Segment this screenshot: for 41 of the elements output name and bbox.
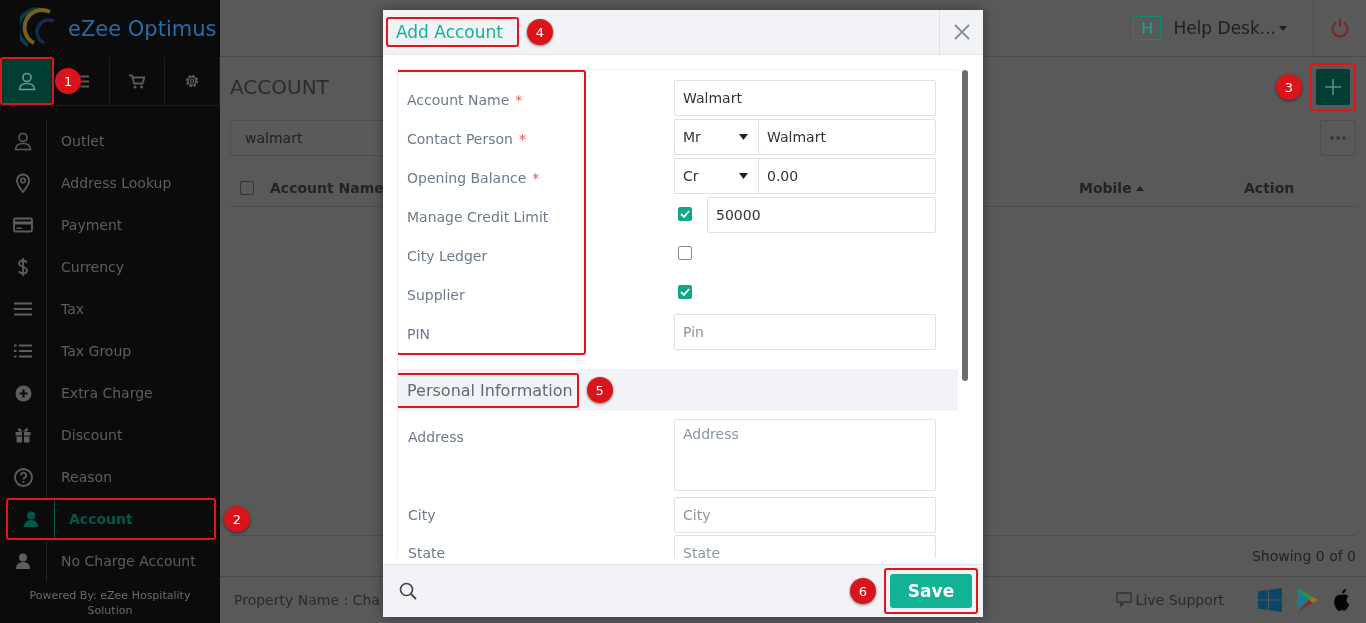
field-label: Opening Balance * <box>407 168 541 188</box>
logo-text: eZee Optimus <box>68 16 217 41</box>
sidebar-item[interactable]: Tax Group <box>0 330 220 372</box>
field-label: City <box>407 506 437 525</box>
sidebar-item[interactable]: Outlet <box>0 120 220 162</box>
text-area[interactable]: Address <box>674 419 936 491</box>
field-label: State <box>407 544 447 558</box>
sidebar-item[interactable]: Address Lookup <box>0 162 220 204</box>
input-field[interactable]: Pin <box>674 314 936 350</box>
callout-badge: 6 <box>850 578 876 604</box>
powered-by-text: Powered By: eZee Hospitality Solution <box>28 587 192 619</box>
input-field[interactable]: 0.00 <box>758 158 936 194</box>
user-menu[interactable]: Help Desk... <box>1173 18 1287 38</box>
input-field[interactable]: City <box>674 497 936 533</box>
field-label: Manage Credit Limit <box>407 207 549 227</box>
field-label: City Ledger <box>407 246 489 266</box>
sidebar-item[interactable]: Reason <box>0 456 220 498</box>
save-button[interactable]: Save <box>890 574 972 608</box>
callout-badge: 5 <box>586 377 613 403</box>
input-field[interactable]: Walmart <box>674 80 936 116</box>
section-heading: Personal Information <box>406 379 574 402</box>
field-label: PIN <box>407 324 432 344</box>
callout-badge: 3 <box>1276 74 1302 100</box>
sidebar-item[interactable]: Payment <box>0 204 220 246</box>
sidebar-item[interactable]: Discount <box>0 414 220 456</box>
field-label: Account Name * <box>407 90 524 110</box>
sidebar-item[interactable]: Currency <box>0 246 220 288</box>
sidebar-item[interactable]: Extra Charge <box>0 372 220 414</box>
callout-badge: 1 <box>55 68 82 94</box>
sidebar-item[interactable]: Account <box>8 500 214 538</box>
input-field[interactable]: Walmart <box>758 119 936 155</box>
field-label: Contact Person * <box>407 129 527 149</box>
sidebar-item[interactable]: Tax <box>0 288 220 330</box>
callout-badge: 4 <box>526 19 553 45</box>
user-initial-badge: H <box>1133 16 1162 40</box>
field-label: Address <box>407 428 465 447</box>
sidebar-item[interactable]: No Charge Account <box>0 540 220 582</box>
input-field[interactable]: 50000 <box>707 197 936 233</box>
dialog-title: Add Account <box>395 21 504 44</box>
field-label: Supplier <box>407 285 466 305</box>
input-field[interactable]: State <box>674 535 936 558</box>
